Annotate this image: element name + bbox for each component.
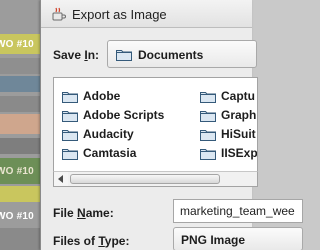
bg-cell-text: WO #10 [0, 39, 34, 50]
bg-cell-yellow [0, 186, 40, 202]
file-type-label-suffix: ype: [104, 234, 130, 248]
arrow-left-icon [58, 175, 63, 183]
file-name-label-suffix: ame: [85, 206, 114, 220]
save-in-label-prefix: Save [53, 48, 85, 62]
bg-cell-green: WO #10 [0, 158, 40, 184]
bg-cell [0, 228, 40, 250]
dialog-title: Export as Image [72, 7, 167, 22]
save-in-label-suffix: n: [87, 48, 100, 62]
scroll-thumb[interactable] [70, 174, 220, 184]
folder-icon [62, 111, 78, 122]
folder-icon [200, 111, 216, 122]
list-item-label: Adobe Scripts [83, 108, 165, 122]
list-item-label: Graphi [221, 108, 258, 122]
dialog-titlebar[interactable]: Export as Image [41, 0, 252, 28]
folder-icon [116, 50, 132, 61]
folder-icon [200, 92, 216, 103]
list-item-label: Camtasia [83, 146, 137, 160]
file-name-label-mnemonic: N [77, 206, 86, 220]
list-item-label: IISExp [221, 146, 258, 160]
bg-cell [0, 0, 40, 20]
file-type-dropdown[interactable]: PNG Image [173, 227, 303, 250]
bg-cell [0, 138, 40, 154]
export-image-dialog: Export as Image Save In: Documents Adobe… [40, 0, 303, 250]
list-item-label: Audacity [83, 127, 134, 141]
file-type-label: Files of Type: [53, 234, 129, 248]
bg-cell [0, 58, 40, 74]
file-name-label: File Name: [53, 206, 114, 220]
bg-cell-yellow: WO #10 [0, 34, 40, 54]
save-in-dropdown[interactable]: Documents [107, 40, 257, 68]
folder-icon [62, 149, 78, 160]
folder-icon [62, 92, 78, 103]
list-item-label: Captu [221, 89, 255, 103]
folder-icon [200, 149, 216, 160]
bg-cell-tan [0, 114, 40, 134]
horizontal-scrollbar[interactable] [53, 171, 258, 187]
background-app-grid: WO #10 WO #10 WO #10 [0, 0, 40, 250]
folder-icon [62, 130, 78, 141]
list-item-label: HiSuit [221, 127, 256, 141]
file-name-input[interactable] [173, 199, 303, 223]
bg-cell-text: WO #10 [0, 166, 34, 177]
java-cup-icon [52, 7, 66, 21]
scroll-left-button[interactable] [54, 172, 68, 186]
file-name-label-prefix: File [53, 206, 78, 220]
list-item-label: Adobe [83, 89, 121, 103]
save-in-label: Save In: [53, 48, 99, 62]
bg-cell-slate [0, 76, 40, 92]
bg-cell: WO #10 [0, 206, 40, 226]
file-type-value: PNG Image [181, 233, 246, 247]
bg-cell [0, 96, 40, 112]
save-in-value: Documents [138, 48, 204, 62]
folder-icon [200, 130, 216, 141]
bg-cell-text: WO #10 [0, 211, 34, 222]
file-type-label-prefix: Files of [53, 234, 99, 248]
